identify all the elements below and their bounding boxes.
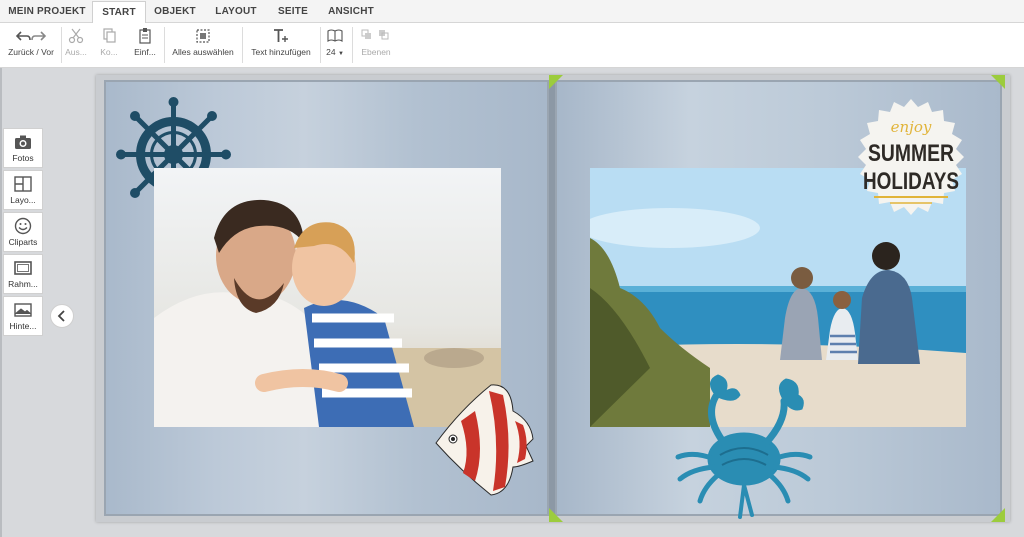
paste-icon [139, 28, 151, 44]
tab-objekt[interactable]: OBJEKT [152, 0, 198, 22]
ribbon-toolbar: Zurück / Vor Aus... Ko... Einf... Alles … [0, 23, 1024, 68]
workspace-left-edge [0, 68, 2, 537]
summer-holidays-sticker[interactable]: enjoy SUMMER HOLIDAYS [846, 97, 976, 227]
ribbon-tab-bar: MEIN PROJEKT START OBJEKT LAYOUT SEITE A… [0, 0, 1024, 25]
palette-label: Rahm... [8, 279, 38, 289]
cut-button[interactable]: Aus... [63, 27, 89, 65]
tab-layout[interactable]: LAYOUT [210, 0, 262, 22]
page-corner-marker[interactable] [549, 75, 563, 89]
palette-label: Cliparts [8, 237, 38, 247]
palette-label: Layo... [10, 195, 36, 205]
cut-label: Aus... [65, 47, 87, 57]
sticker-line-enjoy: enjoy [891, 118, 932, 136]
photobook-spread[interactable]: enjoy SUMMER HOLIDAYS [96, 75, 1010, 522]
add-text-button[interactable]: Text hinzufügen [245, 27, 317, 65]
paste-button[interactable]: Einf... [130, 27, 160, 65]
tab-seite[interactable]: SEITE [272, 0, 314, 22]
layers-button[interactable]: Ebenen [355, 27, 397, 65]
palette-item-cliparts[interactable]: Cliparts [3, 212, 43, 252]
select-all-button[interactable]: Alles auswählen [168, 27, 238, 65]
toolbar-separator [164, 27, 165, 63]
camera-icon [15, 135, 31, 149]
page-corner-marker[interactable] [991, 508, 1005, 522]
font-size-value: 24 [326, 47, 336, 57]
page-corner-marker[interactable] [549, 508, 563, 522]
tab-start[interactable]: START [92, 1, 146, 25]
page-corner-marker[interactable] [991, 75, 1005, 89]
tab-mein-projekt[interactable]: MEIN PROJEKT [8, 0, 86, 22]
layers-icon [361, 29, 389, 40]
layout-grid-icon [14, 176, 32, 192]
select-all-label: Alles auswählen [172, 47, 234, 57]
sticker-line-summer: SUMMER [868, 140, 954, 167]
scissors-icon [68, 28, 84, 44]
undo-redo-icon [15, 31, 47, 41]
select-all-icon [196, 29, 210, 43]
toolbar-separator [242, 27, 243, 63]
copy-button[interactable]: Ko... [96, 27, 122, 65]
collapse-palette-button[interactable] [50, 304, 74, 328]
tab-ansicht[interactable]: ANSICHT [325, 0, 377, 22]
palette-item-photos[interactable]: Fotos [3, 128, 43, 168]
undo-redo-label: Zurück / Vor [8, 47, 54, 57]
toolbar-separator [61, 27, 62, 63]
add-text-icon [274, 29, 288, 42]
copy-icon [103, 28, 116, 43]
palette-label: Fotos [12, 153, 34, 163]
toolbar-separator [320, 27, 321, 63]
book-icon [327, 29, 343, 43]
paste-label: Einf... [134, 47, 156, 57]
chevron-down-icon: ▼ [337, 51, 344, 57]
undo-redo-button[interactable]: Zurück / Vor [4, 27, 58, 65]
frame-icon [14, 261, 32, 275]
palette-label: Hinte... [9, 321, 37, 331]
layers-label: Ebenen [361, 47, 391, 57]
palette-item-frames[interactable]: Rahm... [3, 254, 43, 294]
smiley-icon [14, 217, 32, 235]
palette-item-backgrounds[interactable]: Hinte... [3, 296, 43, 336]
toolbar-separator [352, 27, 353, 63]
crab-clipart[interactable] [674, 371, 814, 521]
sticker-line-holidays: HOLIDAYS [863, 168, 959, 195]
side-palette: Fotos Layo... Cliparts Rahm... Hinte... [3, 128, 43, 338]
palette-item-layouts[interactable]: Layo... [3, 170, 43, 210]
striped-fish-clipart[interactable] [431, 381, 536, 499]
font-size-dropdown[interactable]: 24 ▼ [322, 27, 348, 65]
add-text-label: Text hinzufügen [251, 47, 311, 57]
chevron-left-icon [57, 310, 65, 322]
background-image-icon [14, 303, 32, 317]
copy-label: Ko... [100, 47, 118, 57]
